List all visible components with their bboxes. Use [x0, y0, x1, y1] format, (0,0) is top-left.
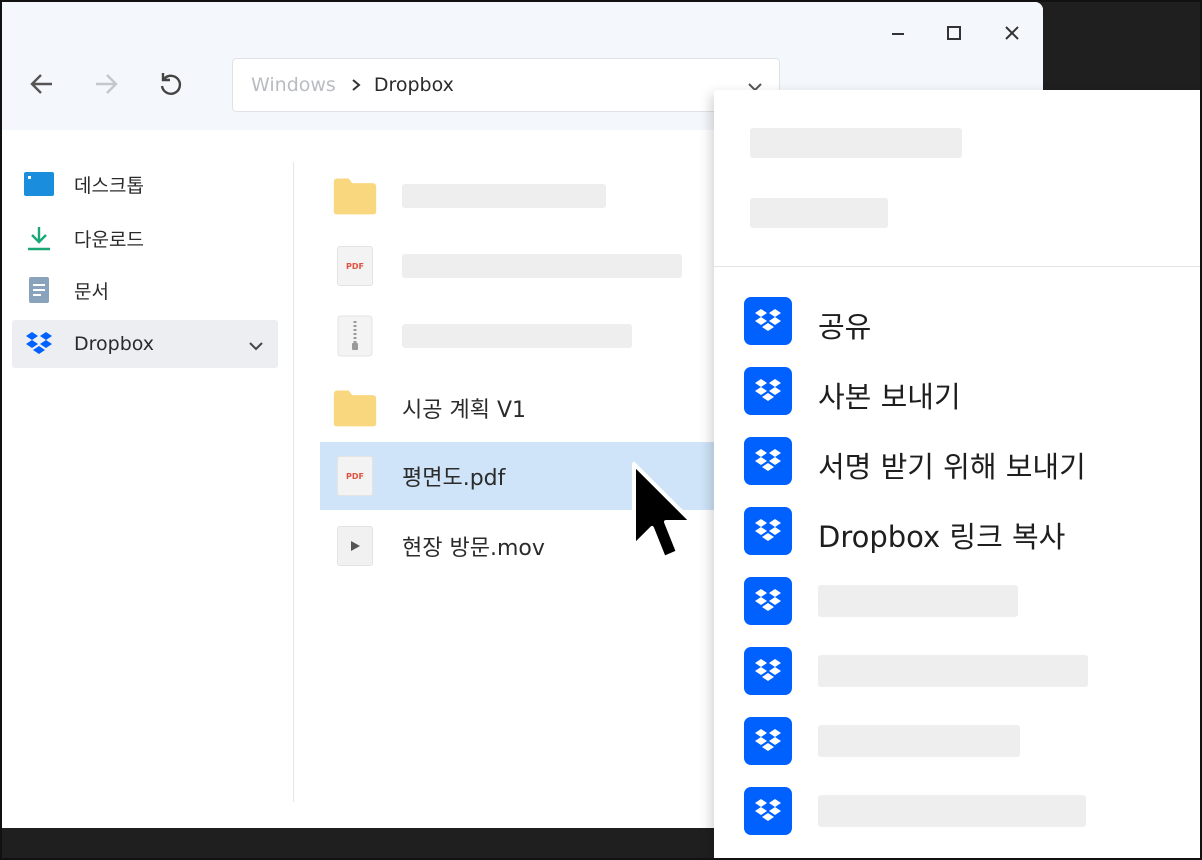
dropbox-icon [744, 367, 792, 415]
breadcrumb-separator-icon [350, 78, 362, 92]
file-row[interactable] [320, 162, 740, 230]
arrow-left-icon [30, 74, 52, 94]
file-row[interactable]: PDF [320, 232, 740, 300]
close-icon [1005, 26, 1019, 40]
folder-icon [332, 174, 378, 218]
mouse-cursor-icon [632, 462, 694, 560]
menu-item-placeholder[interactable] [744, 576, 1018, 626]
download-icon [24, 223, 54, 253]
file-row[interactable]: 시공 계획 V1 [320, 374, 740, 442]
back-button[interactable] [22, 64, 62, 104]
menu-item-label: 서명 받기 위해 보내기 [818, 450, 1086, 484]
menu-item-label: 사본 보내기 [818, 380, 961, 414]
menu-item-placeholder [750, 198, 888, 228]
maximize-icon [947, 26, 961, 40]
menu-item-placeholder[interactable] [744, 716, 1020, 766]
sidebar-item-documents[interactable]: 문서 [12, 266, 278, 314]
menu-item-label: 공유 [818, 310, 872, 344]
menu-label-placeholder [818, 655, 1088, 687]
minimize-button[interactable] [878, 16, 918, 50]
file-name-placeholder [402, 184, 606, 208]
pdf-file-icon: PDF [332, 454, 378, 498]
close-button[interactable] [992, 16, 1032, 50]
menu-divider [714, 266, 1202, 267]
file-name: 시공 계획 V1 [402, 398, 526, 423]
arrow-right-icon [96, 74, 118, 94]
maximize-button[interactable] [934, 16, 974, 50]
dropbox-icon [24, 329, 54, 359]
menu-item-copy-dropbox-link[interactable]: Dropbox 링크 복사 [744, 506, 1065, 556]
dropbox-icon [744, 437, 792, 485]
sidebar-item-label: 문서 [74, 280, 109, 303]
document-icon [24, 275, 54, 305]
dropbox-icon [744, 507, 792, 555]
refresh-icon [160, 73, 182, 95]
dropbox-icon [744, 787, 792, 835]
zip-file-icon [332, 314, 378, 358]
dropbox-icon [744, 577, 792, 625]
menu-label-placeholder [818, 795, 1086, 827]
menu-item-share[interactable]: 공유 [744, 296, 871, 346]
file-name-placeholder [402, 324, 632, 348]
menu-item-placeholder[interactable] [744, 786, 1086, 836]
file-name-placeholder [402, 254, 682, 278]
chevron-down-icon[interactable] [248, 336, 264, 358]
refresh-button[interactable] [150, 64, 190, 104]
menu-item-label: Dropbox 링크 복사 [818, 520, 1066, 554]
file-row[interactable] [320, 302, 740, 370]
video-file-icon [332, 524, 378, 568]
dropbox-icon [744, 647, 792, 695]
sidebar-item-dropbox[interactable]: Dropbox [12, 320, 278, 368]
sidebar-item-label: 데스크톱 [74, 174, 144, 197]
sidebar-item-label: 다운로드 [74, 228, 144, 251]
sidebar-divider [293, 162, 294, 802]
sidebar-item-downloads[interactable]: 다운로드 [12, 214, 278, 262]
breadcrumb-root[interactable]: Windows [251, 74, 336, 96]
menu-label-placeholder [818, 585, 1018, 617]
breadcrumb-current[interactable]: Dropbox [374, 74, 454, 96]
desktop-icon [24, 169, 54, 199]
menu-item-send-for-signature[interactable]: 서명 받기 위해 보내기 [744, 436, 1086, 486]
sidebar: 데스크톱 다운로드 문서 Dropbox [2, 130, 294, 828]
minimize-icon [892, 33, 904, 35]
dropbox-icon [744, 717, 792, 765]
address-bar[interactable]: Windows Dropbox [232, 58, 780, 112]
pdf-file-icon: PDF [332, 244, 378, 288]
file-name: 현장 방문.mov [402, 536, 545, 561]
sidebar-item-label: Dropbox [74, 333, 155, 355]
menu-label-placeholder [818, 725, 1020, 757]
dropbox-icon [744, 297, 792, 345]
menu-item-placeholder [750, 128, 962, 158]
menu-item-placeholder[interactable] [744, 646, 1088, 696]
forward-button[interactable] [86, 64, 126, 104]
sidebar-item-desktop[interactable]: 데스크톱 [12, 160, 278, 208]
file-name: 평면도.pdf [402, 466, 506, 491]
menu-item-send-copy[interactable]: 사본 보내기 [744, 366, 961, 416]
folder-icon [332, 386, 378, 430]
context-menu: 공유 사본 보내기 서명 받기 위해 보내기 Dropbox 링크 복사 [714, 90, 1202, 858]
